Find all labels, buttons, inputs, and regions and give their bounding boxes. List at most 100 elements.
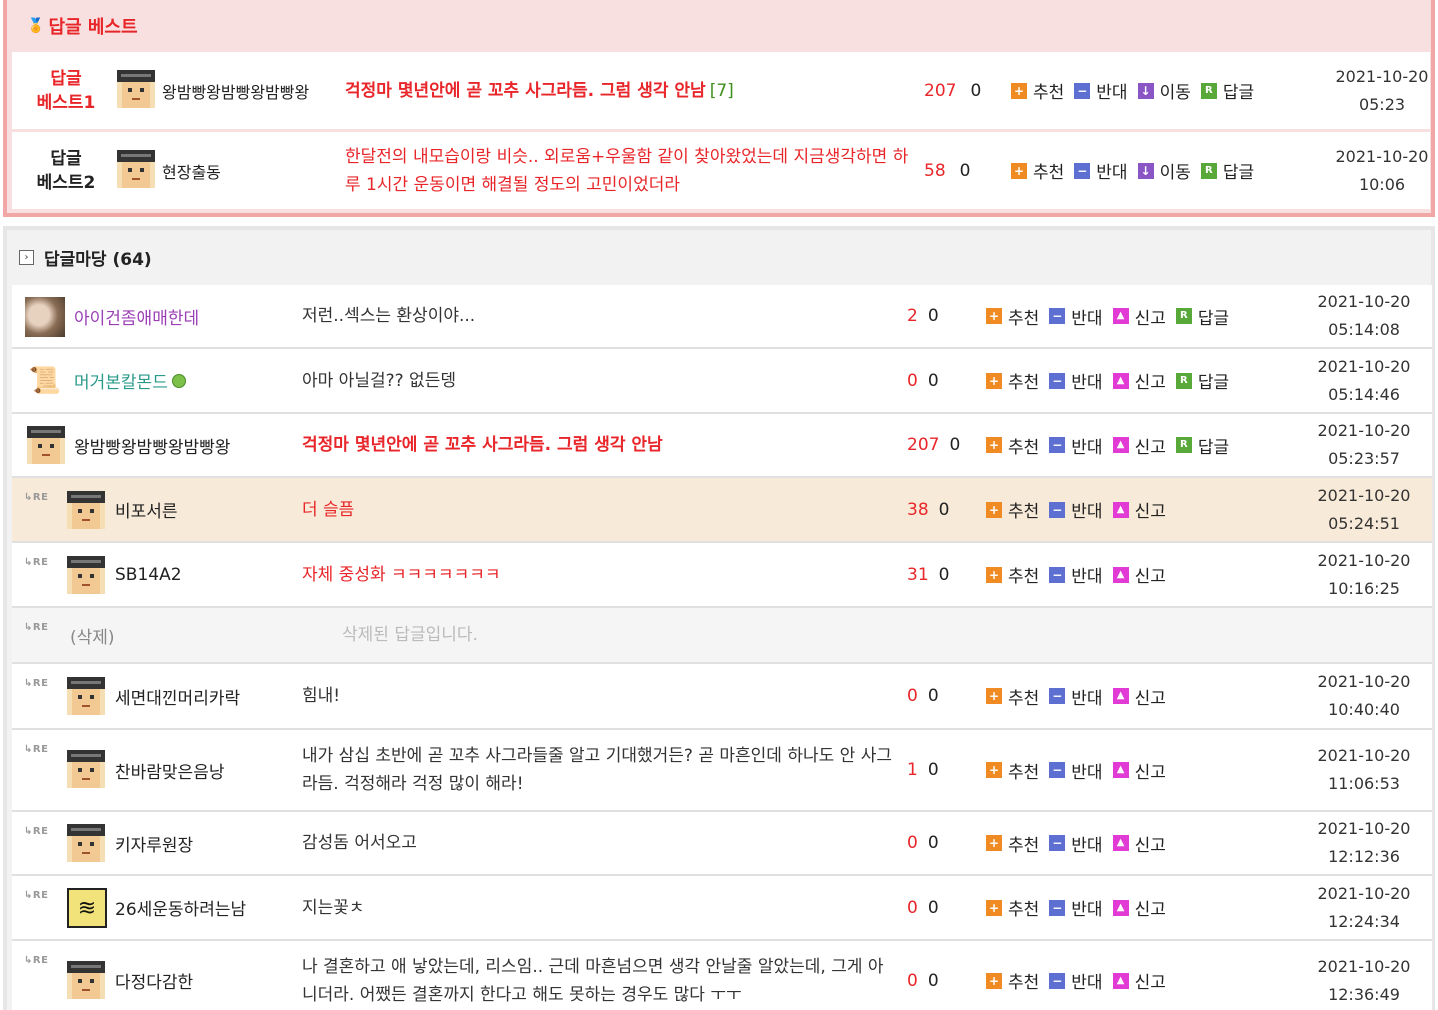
reply-content-text[interactable]: 걱정마 몇년안에 곧 꼬추 사그라듬. 그럼 생각 안남 xyxy=(302,414,892,476)
move-button[interactable]: ↓ 이동 xyxy=(1137,158,1191,183)
reply-content-text[interactable]: 한달전의 내모습이랑 비슷.. 외로움+우울함 같이 찾아왔었는데 지금생각하면… xyxy=(345,143,910,199)
reply-button[interactable]: R 답글 xyxy=(1200,158,1254,183)
oppose-button[interactable]: − 반대 xyxy=(1049,433,1103,458)
reply-area-title: 답글마당 (64) xyxy=(44,250,152,270)
expand-toggle-icon[interactable]: › xyxy=(19,250,34,265)
report-button[interactable]: ▲ 신고 xyxy=(1112,895,1166,920)
avatar[interactable] xyxy=(25,297,65,337)
plus-icon: + xyxy=(986,501,1002,518)
reply-content-text[interactable]: 내가 삼십 초반에 곧 꼬추 사그라들줄 알고 기대했거든? 곧 마흔인데 하나… xyxy=(302,730,892,810)
reply-date: 2021-10-20 xyxy=(1335,146,1429,166)
nickname[interactable]: 왕밤빵왕밤빵왕밤빵왕 xyxy=(162,52,309,129)
avatar[interactable] xyxy=(67,824,105,862)
oppose-label: 반대 xyxy=(1071,437,1103,458)
reply-content-text[interactable]: 걱정마 몇년안에 곧 꼬추 사그라듬. 그럼 생각 안남 xyxy=(345,81,706,101)
recommend-label: 추천 xyxy=(1008,308,1040,329)
recommend-button[interactable]: + 추천 xyxy=(1011,78,1064,103)
reply-content-text[interactable]: 자체 중성화 ㅋㅋㅋㅋㅋㅋㅋ xyxy=(302,543,892,606)
oppose-label: 반대 xyxy=(1071,688,1103,709)
recommend-button[interactable]: + 추천 xyxy=(986,304,1039,329)
recommend-button[interactable]: + 추천 xyxy=(986,831,1039,856)
nickname[interactable]: SB14A2 xyxy=(115,543,182,606)
oppose-button[interactable]: − 반대 xyxy=(1049,304,1103,329)
reply-content-text[interactable]: 지는꽃ㅊ xyxy=(302,876,892,939)
reply-button[interactable]: R 답글 xyxy=(1175,368,1229,393)
avatar[interactable] xyxy=(67,677,105,715)
reply-content-text[interactable]: 감성돔 어서오고 xyxy=(302,812,892,874)
recommend-button[interactable]: + 추천 xyxy=(986,684,1039,709)
vote-counts: 10 xyxy=(907,730,939,810)
nickname[interactable]: 왕밤빵왕밤빵왕밤빵왕 xyxy=(74,414,230,476)
report-label: 신고 xyxy=(1134,762,1166,783)
oppose-button[interactable]: − 반대 xyxy=(1074,78,1128,103)
nickname[interactable]: 아이건좀애매한데 xyxy=(74,285,199,347)
avatar[interactable] xyxy=(117,70,155,108)
reply-content-text[interactable]: 아마 아닐걸?? 없든뎅 xyxy=(302,349,892,412)
best-rank-line2: 베스트1 xyxy=(36,92,96,113)
report-bell-icon: ▲ xyxy=(1112,308,1129,324)
oppose-button[interactable]: − 반대 xyxy=(1049,968,1103,993)
recommend-button[interactable]: + 추천 xyxy=(986,895,1039,920)
oppose-button[interactable]: − 반대 xyxy=(1049,368,1103,393)
avatar[interactable] xyxy=(67,750,105,788)
report-button[interactable]: ▲ 신고 xyxy=(1112,831,1166,856)
reply-button[interactable]: R 답글 xyxy=(1175,433,1229,458)
oppose-button[interactable]: − 반대 xyxy=(1049,831,1103,856)
oppose-button[interactable]: − 반대 xyxy=(1049,758,1103,783)
oppose-button[interactable]: − 반대 xyxy=(1049,684,1103,709)
reply-content-text[interactable]: 힘내! xyxy=(302,664,892,728)
avatar[interactable] xyxy=(117,150,155,188)
report-button[interactable]: ▲ 신고 xyxy=(1112,304,1166,329)
oppose-button[interactable]: − 반대 xyxy=(1074,158,1128,183)
comment-count[interactable]: [7] xyxy=(710,81,734,101)
recommend-button[interactable]: + 추천 xyxy=(986,433,1039,458)
report-button[interactable]: ▲ 신고 xyxy=(1112,684,1166,709)
oppose-button[interactable]: − 반대 xyxy=(1049,895,1103,920)
nickname[interactable]: 머거본칼몬드 xyxy=(74,349,186,412)
reply-content-link[interactable]: 한달전의 내모습이랑 비슷.. 외로움+우울함 같이 찾아왔었는데 지금생각하면… xyxy=(345,132,910,209)
wave-avatar-icon[interactable]: ≋ xyxy=(67,888,107,928)
reply-actions: + 추천 − 반대 ▲ 신고 R 답글 xyxy=(986,285,1239,347)
move-button[interactable]: ↓ 이동 xyxy=(1137,78,1191,103)
reply-content-text[interactable]: 더 슬픔 xyxy=(302,478,892,541)
recommend-button[interactable]: + 추천 xyxy=(986,562,1039,587)
nickname[interactable]: 찬바람맞은음낭 xyxy=(115,730,224,810)
avatar[interactable] xyxy=(27,426,65,464)
nickname[interactable]: 현장출동 xyxy=(162,132,221,209)
reply-datetime: 2021-10-20 12:24:34 xyxy=(1304,876,1424,939)
re-indicator: ↳RE xyxy=(24,955,49,966)
reply-content-text[interactable]: 나 결혼하고 애 낳았는데, 리스임.. 근데 마흔넘으면 생각 안날줄 알았는… xyxy=(302,941,892,1010)
report-button[interactable]: ▲ 신고 xyxy=(1112,368,1166,393)
downvote-count: 0 xyxy=(927,760,939,780)
reply-r-icon: R xyxy=(1175,437,1192,453)
avatar[interactable] xyxy=(67,556,105,594)
oppose-button[interactable]: − 반대 xyxy=(1049,497,1103,522)
report-button[interactable]: ▲ 신고 xyxy=(1112,433,1166,458)
nickname[interactable]: 세면대낀머리카락 xyxy=(115,664,240,728)
oppose-button[interactable]: − 반대 xyxy=(1049,562,1103,587)
recommend-button[interactable]: + 추천 xyxy=(986,368,1039,393)
report-button[interactable]: ▲ 신고 xyxy=(1112,497,1166,522)
upvote-count: 58 xyxy=(924,160,946,181)
nickname[interactable]: 비포서른 xyxy=(115,478,178,541)
avatar[interactable] xyxy=(67,961,105,999)
report-button[interactable]: ▲ 신고 xyxy=(1112,562,1166,587)
recommend-button[interactable]: + 추천 xyxy=(1011,158,1064,183)
report-label: 신고 xyxy=(1134,835,1166,856)
recommend-button[interactable]: + 추천 xyxy=(986,497,1039,522)
nickname[interactable]: 키자루원장 xyxy=(115,812,193,874)
avatar[interactable] xyxy=(67,491,105,529)
nickname[interactable]: 26세운동하려는남 xyxy=(115,876,246,939)
recommend-button[interactable]: + 추천 xyxy=(986,968,1039,993)
recommend-button[interactable]: + 추천 xyxy=(986,758,1039,783)
nickname[interactable]: 다정다감한 xyxy=(115,941,193,1010)
nickname-text[interactable]: 머거본칼몬드 xyxy=(74,368,168,393)
reply-button[interactable]: R 답글 xyxy=(1175,304,1229,329)
reply-button[interactable]: R 답글 xyxy=(1200,78,1254,103)
reply-content-text[interactable]: 저런..섹스는 환상이야... xyxy=(302,285,892,347)
report-button[interactable]: ▲ 신고 xyxy=(1112,758,1166,783)
reply-content-link[interactable]: 걱정마 몇년안에 곧 꼬추 사그라듬. 그럼 생각 안남 [7] xyxy=(345,52,910,129)
scroll-avatar-icon[interactable]: 📜 xyxy=(25,361,65,401)
report-button[interactable]: ▲ 신고 xyxy=(1112,968,1166,993)
reply-date: 2021-10-20 xyxy=(1317,356,1411,376)
